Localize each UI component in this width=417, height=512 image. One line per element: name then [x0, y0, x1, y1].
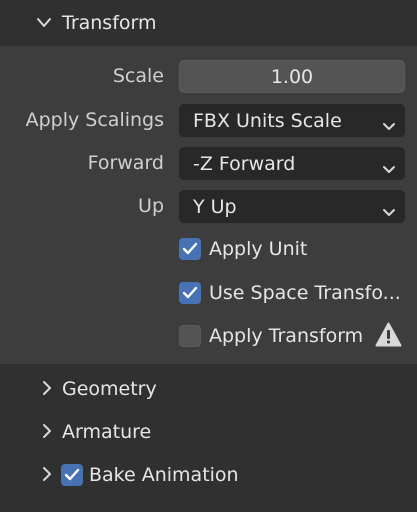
up-select[interactable]: Y Up: [179, 190, 405, 223]
transform-panel-body: Scale 1.00 Apply Scalings FBX Units Scal…: [0, 46, 417, 364]
apply-scalings-label: Apply Scalings: [25, 109, 164, 131]
scale-field[interactable]: 1.00: [179, 60, 405, 93]
warning-icon: [375, 322, 402, 351]
fbx-export-transform-panel: Transform Scale 1.00 Apply Scalings FBX …: [0, 0, 417, 512]
up-value: Y Up: [193, 195, 237, 218]
forward-label: Forward: [87, 152, 164, 174]
dropdown-chevron-icon: [382, 201, 396, 223]
geometry-panel-header[interactable]: Geometry: [0, 369, 417, 409]
scale-value: 1.00: [270, 65, 314, 88]
apply-scalings-value: FBX Units Scale: [193, 109, 342, 132]
apply-transform-label: Apply Transform: [209, 325, 364, 347]
chevron-right-icon: [41, 423, 53, 439]
armature-panel-title: Armature: [62, 421, 152, 443]
forward-value: -Z Forward: [193, 152, 296, 175]
transform-panel-header[interactable]: Transform: [0, 0, 417, 46]
apply-unit-checkbox[interactable]: Apply Unit: [179, 236, 307, 262]
transform-panel-title: Transform: [62, 12, 157, 34]
armature-panel-header[interactable]: Armature: [0, 412, 417, 452]
forward-select[interactable]: -Z Forward: [179, 147, 405, 180]
up-label: Up: [138, 195, 164, 217]
dropdown-chevron-icon: [382, 115, 396, 137]
apply-transform-checkbox[interactable]: Apply Transform: [179, 323, 363, 349]
apply-scalings-select[interactable]: FBX Units Scale: [179, 104, 405, 137]
bake-animation-panel-header[interactable]: Bake Animation: [0, 455, 417, 495]
checkbox-checked-icon: [179, 282, 201, 304]
dropdown-chevron-icon: [382, 158, 396, 180]
chevron-right-icon: [41, 380, 53, 396]
use-space-transform-checkbox[interactable]: Use Space Transfo...: [179, 280, 401, 306]
apply-unit-label: Apply Unit: [209, 238, 308, 260]
bake-animation-panel-title: Bake Animation: [89, 464, 239, 486]
geometry-panel-title: Geometry: [62, 378, 157, 400]
bake-animation-checkbox[interactable]: [61, 464, 83, 486]
checkbox-checked-icon: [179, 238, 201, 260]
chevron-right-icon: [41, 466, 53, 482]
checkbox-unchecked-icon: [179, 325, 201, 347]
scale-label: Scale: [112, 65, 164, 87]
use-space-transform-label: Use Space Transfo...: [209, 282, 401, 304]
chevron-down-icon: [36, 17, 52, 29]
